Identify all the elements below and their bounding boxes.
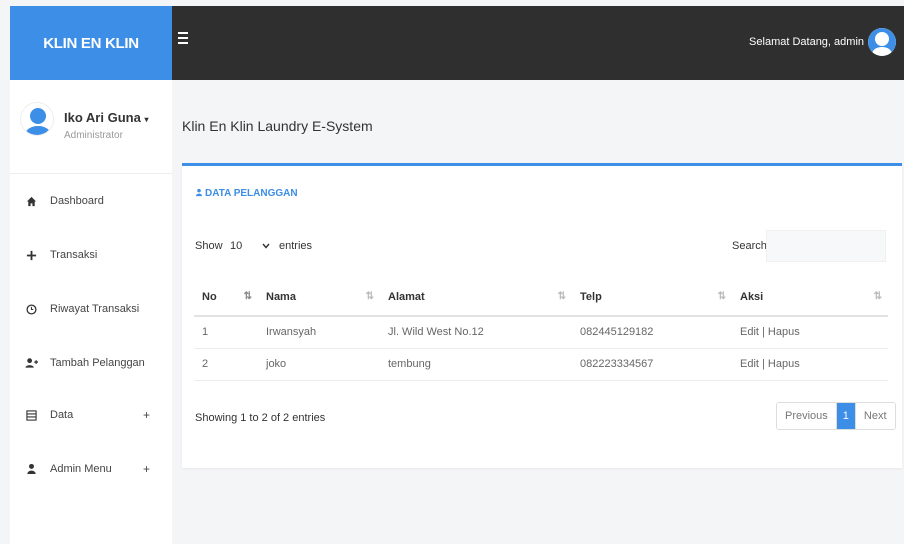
column-header-no[interactable]: No ⇅ — [194, 278, 258, 317]
entries-label: entries — [279, 240, 313, 252]
sort-icon: ⇅ — [365, 291, 374, 302]
caret-down-icon: ▾ — [144, 115, 149, 124]
brand-logo[interactable]: KLIN EN KLIN — [10, 6, 172, 80]
show-label: Show — [195, 240, 223, 252]
sidebar-item-label: Dashboard — [50, 195, 104, 207]
sidebar-item-data[interactable]: Data + — [10, 400, 172, 430]
cell-no: 1 — [194, 316, 258, 349]
table-header-row: No ⇅ Nama ⇅ Alamat ⇅ Telp ⇅ Aksi ⇅ — [194, 278, 888, 317]
previous-page-button[interactable]: Previous — [777, 403, 836, 429]
cell-no: 2 — [194, 348, 258, 381]
cell-telp: 082223334567 — [572, 348, 732, 381]
column-header-aksi[interactable]: Aksi ⇅ — [732, 278, 888, 317]
user-panel: Iko Ari Guna ▾ Administrator — [10, 80, 172, 174]
column-header-alamat[interactable]: Alamat ⇅ — [380, 278, 572, 317]
avatar-icon[interactable] — [868, 28, 896, 56]
hamburger-menu-icon[interactable] — [178, 32, 188, 44]
entries-length-select[interactable]: 10 — [224, 234, 276, 258]
cell-aksi-links[interactable]: Edit | Hapus — [732, 348, 888, 381]
pagination: Previous 1 Next — [776, 402, 896, 430]
table-info: Showing 1 to 2 of 2 entries — [195, 412, 326, 424]
table-row: 2 joko tembung 082223334567 Edit | Hapus — [194, 348, 888, 381]
sidebar-item-label: Transaksi — [50, 249, 98, 261]
table-row: 1 Irwansyah Jl. Wild West No.12 08244512… — [194, 316, 888, 349]
search-input[interactable] — [766, 230, 886, 262]
home-icon — [24, 196, 38, 207]
list-icon — [24, 409, 38, 421]
column-header-telp[interactable]: Telp ⇅ — [572, 278, 732, 317]
sidebar-item-label: Riwayat Transaksi — [50, 303, 140, 315]
cell-nama: joko — [258, 348, 380, 381]
search-label: Search: — [732, 240, 770, 252]
cell-alamat: tembung — [380, 348, 572, 381]
page-title: Klin En Klin Laundry E-System — [182, 118, 373, 134]
sidebar-item-label: Admin Menu — [50, 463, 112, 475]
sort-icon: ⇅ — [557, 291, 566, 302]
cell-telp: 082445129182 — [572, 316, 732, 349]
user-icon — [24, 463, 38, 475]
user-name-dropdown[interactable]: Iko Ari Guna ▾ — [64, 110, 148, 125]
cell-alamat: Jl. Wild West No.12 — [380, 316, 572, 349]
cell-aksi-links[interactable]: Edit | Hapus — [732, 316, 888, 349]
plus-icon — [24, 250, 38, 261]
sidebar-item-admin-menu[interactable]: Admin Menu + — [10, 454, 172, 484]
chevron-down-icon — [262, 240, 270, 252]
column-header-nama[interactable]: Nama ⇅ — [258, 278, 380, 317]
sidebar-item-label: Data — [50, 409, 74, 421]
page-1-button[interactable]: 1 — [835, 403, 855, 429]
expand-icon[interactable]: + — [143, 462, 150, 476]
sort-icon: ⇅ — [717, 291, 726, 302]
user-role: Administrator — [64, 130, 123, 141]
customer-table: No ⇅ Nama ⇅ Alamat ⇅ Telp ⇅ Aksi ⇅ 1 Irwansya… — [194, 278, 888, 381]
user-avatar-icon — [20, 102, 54, 136]
sort-icon: ⇅ — [873, 291, 882, 302]
sidebar-item-tambah-pelanggan[interactable]: Tambah Pelanggan — [10, 348, 172, 378]
data-pelanggan-panel: DATA PELANGGAN Show 10 entries Search: N… — [182, 163, 902, 468]
cell-nama: Irwansyah — [258, 316, 380, 349]
expand-icon[interactable]: + — [143, 408, 150, 422]
sidebar-item-label: Tambah Pelanggan — [50, 357, 145, 369]
clock-icon — [24, 303, 38, 315]
sidebar: Iko Ari Guna ▾ Administrator Dashboard T… — [10, 80, 172, 544]
sort-asc-icon: ⇅ — [243, 291, 252, 302]
panel-title: DATA PELANGGAN — [195, 188, 298, 200]
sidebar-item-riwayat-transaksi[interactable]: Riwayat Transaksi — [10, 294, 172, 324]
top-navbar: Selamat Datang, admin — [172, 6, 904, 80]
sidebar-item-transaksi[interactable]: Transaksi — [10, 240, 172, 270]
welcome-text: Selamat Datang, admin — [749, 36, 864, 48]
next-page-button[interactable]: Next — [854, 403, 895, 429]
add-user-icon — [24, 357, 38, 369]
sidebar-item-dashboard[interactable]: Dashboard — [10, 186, 172, 216]
user-icon — [195, 188, 203, 200]
